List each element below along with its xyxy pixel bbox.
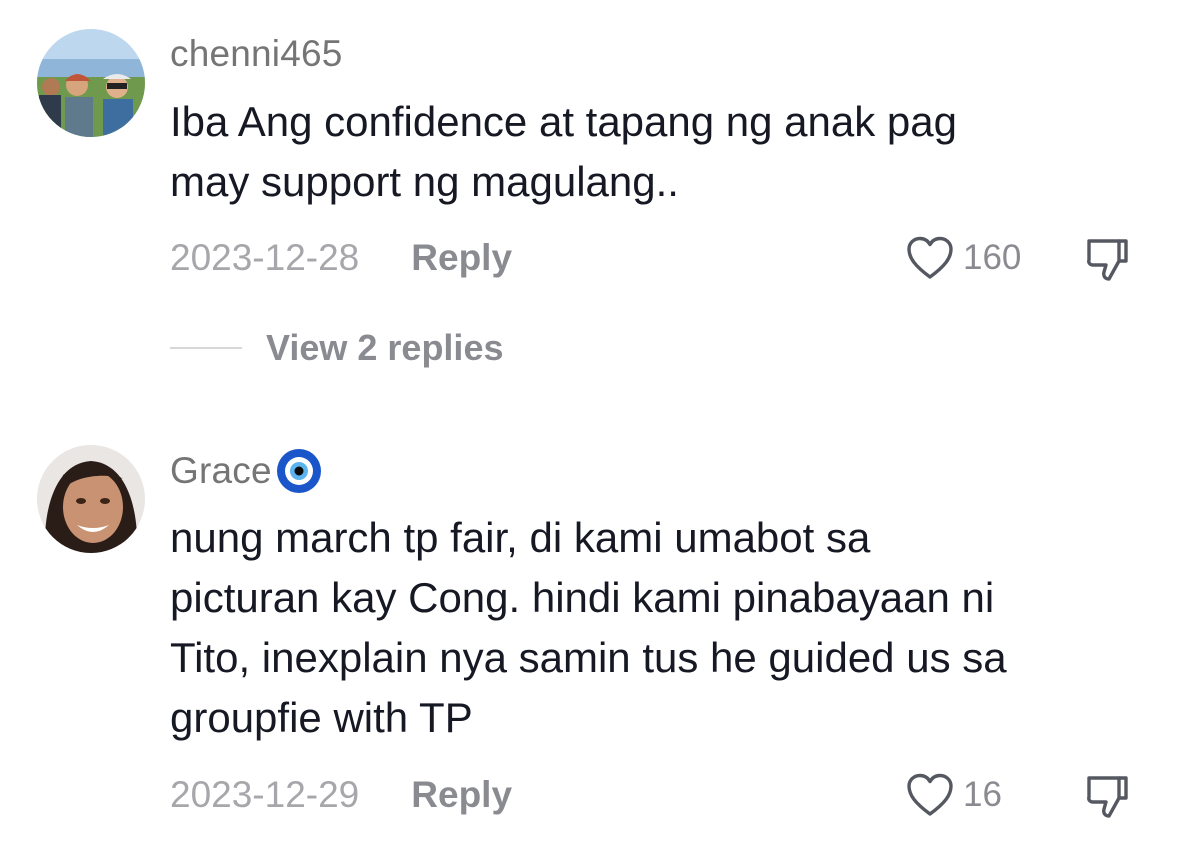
comment-text-line: may support ng magulang.. (170, 158, 679, 205)
like-count: 16 (963, 775, 1002, 814)
view-replies-button[interactable]: View 2 replies (170, 327, 503, 369)
comment-text-line: Tito, inexplain nya samin tus he guided … (170, 634, 1007, 681)
thumbs-down-icon (1087, 776, 1128, 818)
username-label[interactable]: chenni465 (170, 33, 343, 75)
comment-date: 2023-12-29 (170, 774, 360, 815)
comment-text: nung march tp fair, di kami umabot sa pi… (170, 508, 1130, 748)
comment-text-line: nung march tp fair, di kami umabot sa (170, 514, 871, 561)
comment-meta: 2023-12-29 Reply (170, 772, 512, 818)
reply-button[interactable]: Reply (411, 774, 512, 816)
thumbs-down-icon (1087, 239, 1128, 281)
username[interactable]: chenni465 (170, 33, 343, 75)
dislike-button[interactable] (1083, 772, 1131, 820)
like-button[interactable]: 16 (905, 772, 1002, 818)
reply-button[interactable]: Reply (411, 237, 512, 279)
dislike-button[interactable] (1083, 235, 1131, 283)
comment-text-line: Iba Ang confidence at tapang ng anak pag (170, 98, 957, 145)
divider-line (170, 347, 242, 349)
username-label[interactable]: Grace (170, 450, 272, 492)
avatar[interactable] (37, 29, 145, 137)
view-replies-label[interactable]: View 2 replies (266, 327, 503, 369)
comment-text-line: groupfie with TP (170, 694, 473, 741)
comment-text: Iba Ang confidence at tapang ng anak pag… (170, 92, 1130, 212)
comment-meta: 2023-12-28 Reply (170, 235, 512, 281)
username[interactable]: Grace (170, 448, 322, 494)
nazar-eye-icon (276, 449, 321, 493)
like-button[interactable]: 160 (905, 235, 1021, 281)
heart-icon (907, 773, 953, 816)
heart-icon (907, 236, 953, 279)
comment-text-line: picturan kay Cong. hindi kami pinabayaan… (170, 574, 995, 621)
like-count: 160 (963, 238, 1022, 277)
avatar[interactable] (37, 445, 145, 553)
comment-date: 2023-12-28 (170, 237, 360, 278)
